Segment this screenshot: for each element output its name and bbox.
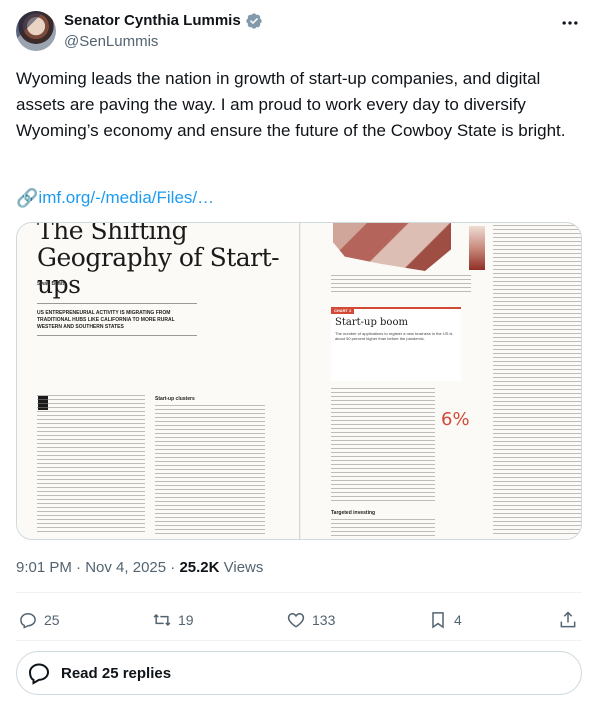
article-deck: US entrepreneurial activity is migrating… [37, 310, 175, 330]
tweet-text: Wyoming leads the nation in growth of st… [16, 69, 566, 140]
views-count: 25.2K [179, 559, 220, 576]
more-options-icon[interactable] [560, 13, 580, 33]
meta-separator: · [71, 559, 86, 576]
meta-separator: · [166, 559, 180, 576]
divider [16, 592, 582, 593]
read-replies-label: Read 25 replies [61, 664, 172, 682]
repost-button[interactable]: 19 [152, 604, 194, 636]
bookmark-count: 4 [454, 612, 462, 628]
reply-count: 25 [44, 612, 60, 628]
bookmark-icon [432, 612, 444, 629]
reply-icon [20, 612, 36, 629]
article-text-column [331, 519, 435, 537]
repost-icon [153, 613, 171, 627]
tweet-link[interactable]: 🔗 imf.org/-/media/Files/… [16, 185, 214, 211]
article-title-line-1: The Shifting [37, 222, 188, 245]
divider [16, 640, 582, 641]
like-count: 133 [312, 612, 336, 628]
map-legend [469, 226, 485, 270]
article-title-line-2: Geography of Start-ups [37, 243, 280, 299]
chart-subtitle: The number of applications to register a… [335, 331, 453, 341]
like-button[interactable]: 133 [286, 604, 335, 636]
divider-rule [37, 335, 197, 336]
tweet-actions-bar: 25 19 133 4 [16, 604, 582, 636]
tweet-time[interactable]: 9:01 PM [16, 559, 72, 576]
author-info: Senator Cynthia Lummis @SenLummis [64, 11, 263, 52]
author-display-name[interactable]: Senator Cynthia Lummis [64, 11, 241, 31]
tweet-date[interactable]: Nov 4, 2025 [85, 559, 166, 576]
share-icon [560, 611, 576, 628]
chart-tag: CHART 2 [331, 307, 355, 314]
tweet-media-image[interactable]: The Shifting Geography of Start-ups Swat… [16, 222, 582, 540]
article-byline: Swati Bhatt [37, 281, 65, 287]
article-subhead: Targeted investing [331, 510, 376, 516]
avatar[interactable] [16, 11, 56, 51]
stat-callout: 6% [441, 409, 470, 430]
reply-bubble-icon [28, 663, 50, 685]
chart-title: Start-up boom [335, 317, 408, 328]
article-text-column [493, 225, 581, 535]
tweet-meta: 9:01 PM · Nov 4, 2025 · 25.2K Views [16, 558, 263, 578]
link-icon: 🔗 [16, 188, 39, 208]
us-map-figure [333, 223, 451, 271]
article-text-column [155, 405, 265, 535]
reply-button[interactable]: 25 [18, 604, 60, 636]
heart-icon [287, 612, 305, 628]
article-page-right: CHART 2 Start-up boom The number of appl… [301, 223, 581, 539]
repost-count: 19 [178, 612, 194, 628]
verified-badge-icon [246, 13, 262, 29]
avatar-flag-background [16, 11, 56, 51]
article-subhead: Start-up clusters [155, 396, 195, 402]
views-label: Views [219, 559, 264, 576]
share-button[interactable] [558, 604, 578, 636]
link-text[interactable]: imf.org/-/media/Files/… [38, 185, 214, 211]
author-handle[interactable]: @SenLummis [64, 32, 263, 52]
divider-rule [37, 303, 197, 304]
map-caption [331, 275, 471, 293]
article-page-left: The Shifting Geography of Start-ups Swat… [17, 222, 300, 539]
tweet-header: Senator Cynthia Lummis @SenLummis [16, 11, 582, 55]
read-replies-button[interactable]: Read 25 replies [16, 651, 582, 695]
author-name-row[interactable]: Senator Cynthia Lummis [64, 11, 263, 31]
article-text-column [331, 388, 435, 503]
bookmark-button[interactable]: 4 [428, 604, 462, 636]
article-text-column [37, 395, 145, 535]
article-title: The Shifting Geography of Start-ups [37, 222, 299, 299]
